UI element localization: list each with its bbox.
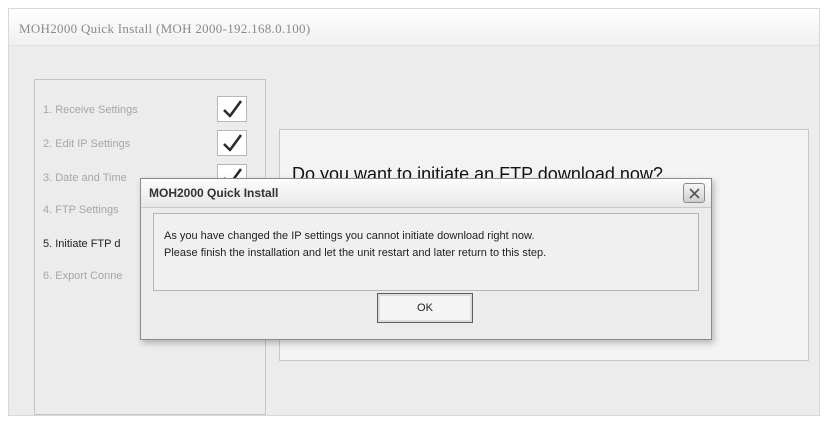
dialog-close-button[interactable] — [683, 183, 705, 203]
dialog-message-area: As you have changed the IP settings you … — [153, 213, 699, 291]
dialog-title: MOH2000 Quick Install — [149, 186, 279, 200]
window-title: MOH2000 Quick Install (MOH 2000-192.168.… — [19, 21, 311, 36]
step-export[interactable]: 6. Export Conne — [43, 270, 123, 282]
dialog-message-line-1: As you have changed the IP settings you … — [164, 230, 535, 242]
window-titlebar: MOH2000 Quick Install (MOH 2000-192.168.… — [9, 9, 819, 46]
step-checkmark — [217, 130, 247, 156]
step-initiate-ftp[interactable]: 5. Initiate FTP d — [43, 238, 120, 250]
checkmark-icon — [223, 134, 243, 152]
message-dialog: MOH2000 Quick Install As you have change… — [140, 178, 712, 340]
close-icon — [689, 188, 700, 199]
step-receive-settings[interactable]: 1. Receive Settings — [43, 104, 138, 116]
step-edit-ip-settings[interactable]: 2. Edit IP Settings — [43, 138, 130, 150]
dialog-message-line-2: Please finish the installation and let t… — [164, 247, 547, 259]
ok-button[interactable]: OK — [377, 293, 473, 323]
dialog-titlebar: MOH2000 Quick Install — [141, 179, 711, 208]
step-ftp-settings[interactable]: 4. FTP Settings — [43, 204, 119, 216]
step-checkmark — [217, 96, 247, 122]
checkmark-icon — [223, 100, 243, 118]
step-date-and-time[interactable]: 3. Date and Time — [43, 172, 127, 184]
